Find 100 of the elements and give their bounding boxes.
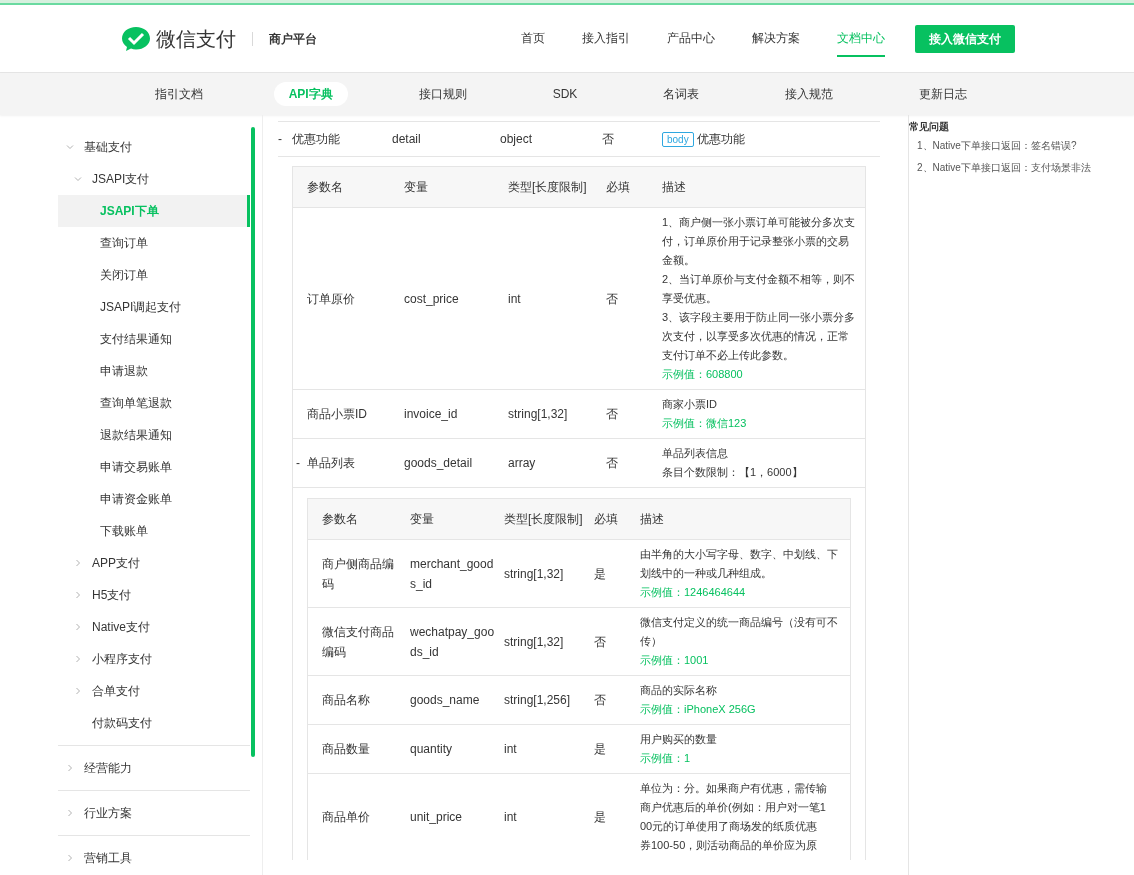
variable-name: detail — [392, 131, 422, 148]
sidebar-item[interactable]: 关闭订单 — [58, 259, 250, 291]
description-text: 微信支付定义的统一商品编号（没有可不传） — [640, 615, 839, 649]
faq-link[interactable]: 2、Native下单接口返回：支付场景非法 — [917, 160, 1094, 176]
column-header: 变量 — [410, 511, 435, 528]
variable-name: unit_price — [410, 809, 464, 826]
required-text: 是 — [594, 741, 607, 758]
sidebar-item[interactable]: 合单支付 — [58, 675, 250, 707]
chevron-right-icon — [66, 764, 74, 772]
brand-name[interactable]: 微信支付 — [156, 23, 236, 54]
variable-name: goods_detail — [404, 455, 474, 472]
type-text: int — [504, 809, 518, 826]
chevron-down-icon — [74, 175, 82, 183]
description-text: 商品的实际名称 — [640, 683, 718, 698]
description-text: 条目个数限制：【1，6000】 — [662, 465, 804, 480]
example-value: 示例值：微信123 — [662, 416, 748, 431]
type-text: object — [500, 131, 534, 148]
description-text: 00元的订单使用了商场发的纸质优惠 — [640, 819, 819, 834]
type-text: string[1,32] — [504, 565, 565, 583]
column-header: 类型[长度限制] — [508, 179, 588, 196]
nav-link[interactable]: 首页 — [521, 20, 545, 57]
doc-tab[interactable]: 指引文档 — [139, 82, 218, 106]
doc-tab[interactable]: 更新日志 — [904, 82, 983, 106]
description-text: 优惠功能 — [696, 131, 745, 148]
example-value: 示例值：iPhoneX 256G — [640, 702, 757, 717]
collapse-toggle[interactable]: - — [278, 130, 286, 148]
sidebar-item[interactable]: 支付结果通知 — [58, 323, 250, 355]
sidebar-item[interactable]: H5支付 — [58, 579, 250, 611]
description-text: 1、商户侧一张小票订单可能被分多次支付，订单原价用于记录整张小票的交易金额。 — [662, 215, 857, 268]
doc-tab[interactable]: 名词表 — [648, 82, 715, 106]
chevron-right-icon — [74, 559, 82, 567]
required-text: 否 — [602, 131, 615, 148]
doc-tab[interactable]: 接口规则 — [403, 82, 482, 106]
sidebar-item[interactable]: 基础支付 — [58, 131, 250, 163]
required-text: 否 — [606, 290, 619, 308]
column-header: 参数名 — [307, 179, 344, 196]
column-header: 必填 — [606, 179, 631, 196]
required-text: 否 — [606, 406, 619, 423]
chevron-right-icon — [74, 623, 82, 631]
body-tag: body — [662, 131, 694, 147]
check-bubble-icon — [121, 25, 151, 52]
example-value: 示例值：608800 — [662, 367, 744, 382]
column-header: 类型[长度限制] — [504, 511, 584, 528]
description-text: 券100-50，则活动商品的单价应为原 — [640, 838, 819, 853]
nav-link[interactable]: 产品中心 — [667, 20, 715, 57]
required-text: 是 — [594, 809, 607, 826]
sidebar-item[interactable]: 营销工具 — [58, 842, 250, 874]
sidebar-item[interactable]: JSAPI调起支付 — [58, 291, 250, 323]
column-header: 参数名 — [322, 511, 359, 528]
nav-link[interactable]: 解决方案 — [752, 20, 800, 57]
param-name: 商品小票ID — [307, 406, 368, 423]
chevron-down-icon — [66, 143, 74, 151]
faq-link[interactable]: 1、Native下单接口返回：签名错误? — [917, 138, 1094, 154]
type-text: int — [508, 290, 522, 308]
variable-name: wechatpay_goods_id — [410, 623, 496, 661]
sidebar-item[interactable]: 申请交易账单 — [58, 451, 250, 483]
sidebar-item[interactable]: 查询单笔退款 — [58, 387, 250, 419]
sidebar-item[interactable]: 付款码支付 — [58, 707, 250, 739]
doc-tab[interactable]: 接入规范 — [770, 82, 849, 106]
doc-tab[interactable]: SDK — [537, 82, 593, 106]
scrollbar[interactable] — [251, 127, 255, 757]
sidebar-item[interactable]: 查询订单 — [58, 227, 250, 259]
chevron-right-icon — [66, 854, 74, 862]
param-name: 优惠功能 — [292, 131, 340, 148]
sidebar-item[interactable]: 退款结果通知 — [58, 419, 250, 451]
type-text: array — [508, 455, 537, 472]
description-text: 用户购买的数量 — [640, 732, 718, 747]
sidebar-item[interactable]: 申请资金账单 — [58, 483, 250, 515]
platform-name: 商户平台 — [269, 30, 317, 48]
sidebar-item[interactable]: 申请退款 — [58, 355, 250, 387]
variable-name: cost_price — [404, 290, 460, 308]
description-text: 商家小票ID — [662, 397, 718, 412]
sidebar-item[interactable]: APP支付 — [58, 547, 250, 579]
variable-name: quantity — [410, 741, 454, 758]
required-text: 是 — [594, 565, 607, 583]
param-name: 微信支付商品编码 — [322, 623, 395, 661]
chevron-right-icon — [74, 591, 82, 599]
param-name: 商品单价 — [322, 809, 371, 826]
faq-title: 常见问题 — [909, 120, 950, 134]
variable-name: invoice_id — [404, 406, 459, 423]
param-name: 订单原价 — [307, 290, 356, 308]
description-text: 单位为：分。如果商户有优惠，需传输 — [640, 781, 828, 796]
column-header: 描述 — [640, 511, 665, 528]
required-text: 否 — [594, 633, 607, 651]
column-header: 必填 — [594, 511, 619, 528]
sidebar-item[interactable]: 行业方案 — [58, 797, 250, 829]
sidebar-item[interactable]: 小程序支付 — [58, 643, 250, 675]
variable-name: merchant_goods_id — [410, 555, 495, 593]
sidebar-item[interactable]: 经营能力 — [58, 752, 250, 784]
type-text: int — [504, 741, 518, 758]
collapse-toggle[interactable]: - — [296, 453, 304, 473]
chevron-right-icon — [74, 655, 82, 663]
type-text: string[1,32] — [508, 406, 569, 423]
required-text: 否 — [594, 692, 607, 709]
sidebar-item[interactable]: 下载账单 — [58, 515, 250, 547]
sidebar-item[interactable]: JSAPI支付 — [58, 163, 250, 195]
sidebar-item[interactable]: Native支付 — [58, 611, 250, 643]
nav-link[interactable]: 接入指引 — [582, 20, 630, 57]
description-text: 由半角的大小写字母、数字、中划线、下划线中的一种或几种组成。 — [640, 547, 839, 581]
chevron-right-icon — [66, 809, 74, 817]
